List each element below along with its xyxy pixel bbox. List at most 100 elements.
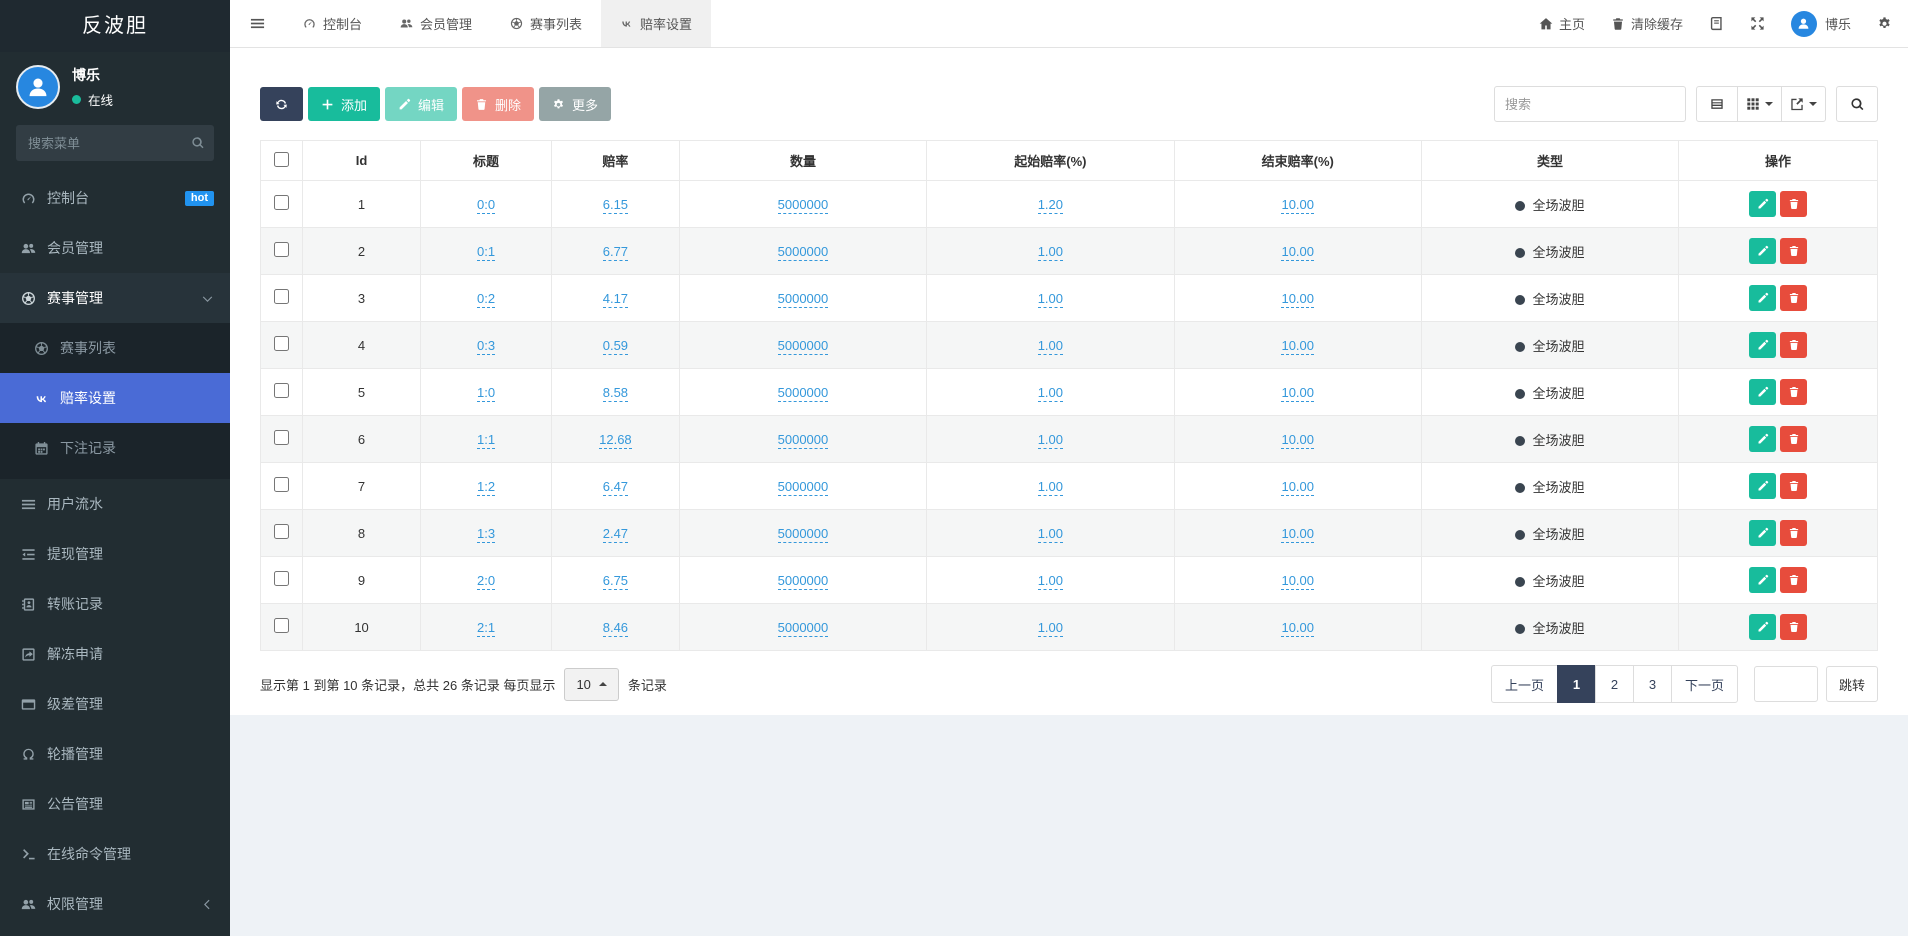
menu-search-input[interactable] xyxy=(16,125,214,161)
row-delete-button[interactable] xyxy=(1780,332,1807,358)
end-odds-editable-link[interactable]: 10.00 xyxy=(1281,291,1314,308)
row-checkbox[interactable] xyxy=(274,336,289,351)
docs-button[interactable] xyxy=(1709,16,1724,31)
title-editable-link[interactable]: 1:1 xyxy=(477,432,495,449)
start-odds-editable-link[interactable]: 1.00 xyxy=(1038,620,1063,637)
row-checkbox[interactable] xyxy=(274,383,289,398)
row-edit-button[interactable] xyxy=(1749,426,1776,452)
end-odds-editable-link[interactable]: 10.00 xyxy=(1281,573,1314,590)
settings-button[interactable] xyxy=(1877,16,1892,31)
amount-editable-link[interactable]: 5000000 xyxy=(778,479,829,496)
row-edit-button[interactable] xyxy=(1749,285,1776,311)
start-odds-editable-link[interactable]: 1.00 xyxy=(1038,244,1063,261)
start-odds-editable-link[interactable]: 1.00 xyxy=(1038,573,1063,590)
start-odds-editable-link[interactable]: 1.00 xyxy=(1038,338,1063,355)
row-edit-button[interactable] xyxy=(1749,567,1776,593)
amount-editable-link[interactable]: 5000000 xyxy=(778,291,829,308)
row-edit-button[interactable] xyxy=(1749,332,1776,358)
title-editable-link[interactable]: 1:0 xyxy=(477,385,495,402)
row-edit-button[interactable] xyxy=(1749,238,1776,264)
odds-editable-link[interactable]: 6.15 xyxy=(603,197,628,214)
row-checkbox[interactable] xyxy=(274,195,289,210)
sidebar-item-bet-records[interactable]: 下注记录 xyxy=(0,423,230,473)
start-odds-editable-link[interactable]: 1.00 xyxy=(1038,432,1063,449)
row-delete-button[interactable] xyxy=(1780,614,1807,640)
end-odds-editable-link[interactable]: 10.00 xyxy=(1281,197,1314,214)
odds-editable-link[interactable]: 6.75 xyxy=(603,573,628,590)
row-delete-button[interactable] xyxy=(1780,473,1807,499)
title-editable-link[interactable]: 0:3 xyxy=(477,338,495,355)
sidebar-item-match-list[interactable]: 赛事列表 xyxy=(0,323,230,373)
delete-button[interactable]: 删除 xyxy=(462,87,534,121)
odds-editable-link[interactable]: 4.17 xyxy=(603,291,628,308)
row-delete-button[interactable] xyxy=(1780,238,1807,264)
title-editable-link[interactable]: 1:3 xyxy=(477,526,495,543)
export-button[interactable] xyxy=(1781,86,1826,122)
sidebar-item-dashboard[interactable]: 控制台 hot xyxy=(0,173,230,223)
sidebar-item-auth[interactable]: 权限管理 xyxy=(0,879,230,929)
start-odds-editable-link[interactable]: 1.00 xyxy=(1038,479,1063,496)
start-odds-editable-link[interactable]: 1.00 xyxy=(1038,291,1063,308)
tab-match-list[interactable]: 赛事列表 xyxy=(491,0,601,47)
sidebar-item-unfreeze[interactable]: 解冻申请 xyxy=(0,629,230,679)
end-odds-editable-link[interactable]: 10.00 xyxy=(1281,432,1314,449)
page-size-select[interactable]: 10 xyxy=(564,668,618,701)
pagination-page-2[interactable]: 2 xyxy=(1595,665,1634,703)
sidebar-item-user-flow[interactable]: 用户流水 xyxy=(0,479,230,529)
tab-odds-settings[interactable]: 赔率设置 xyxy=(601,0,711,47)
search-button[interactable] xyxy=(1836,86,1878,122)
row-checkbox[interactable] xyxy=(274,524,289,539)
home-link[interactable]: 主页 xyxy=(1539,14,1585,33)
end-odds-editable-link[interactable]: 10.00 xyxy=(1281,479,1314,496)
odds-editable-link[interactable]: 0.59 xyxy=(603,338,628,355)
odds-editable-link[interactable]: 6.47 xyxy=(603,479,628,496)
odds-editable-link[interactable]: 6.77 xyxy=(603,244,628,261)
end-odds-editable-link[interactable]: 10.00 xyxy=(1281,244,1314,261)
edit-button[interactable]: 编辑 xyxy=(385,87,457,121)
sidebar-item-carousel[interactable]: 轮播管理 xyxy=(0,729,230,779)
title-editable-link[interactable]: 0:1 xyxy=(477,244,495,261)
row-checkbox[interactable] xyxy=(274,242,289,257)
start-odds-editable-link[interactable]: 1.00 xyxy=(1038,526,1063,543)
amount-editable-link[interactable]: 5000000 xyxy=(778,526,829,543)
amount-editable-link[interactable]: 5000000 xyxy=(778,432,829,449)
navbar-user[interactable]: 博乐 xyxy=(1791,11,1851,37)
pagination-next[interactable]: 下一页 xyxy=(1671,665,1738,703)
row-edit-button[interactable] xyxy=(1749,191,1776,217)
row-delete-button[interactable] xyxy=(1780,567,1807,593)
tab-dashboard[interactable]: 控制台 xyxy=(284,0,381,47)
start-odds-editable-link[interactable]: 1.00 xyxy=(1038,385,1063,402)
sidebar-toggle-button[interactable] xyxy=(230,0,284,47)
row-checkbox[interactable] xyxy=(274,289,289,304)
row-checkbox[interactable] xyxy=(274,477,289,492)
amount-editable-link[interactable]: 5000000 xyxy=(778,338,829,355)
odds-editable-link[interactable]: 2.47 xyxy=(603,526,628,543)
sidebar-item-notice[interactable]: 公告管理 xyxy=(0,779,230,829)
row-checkbox[interactable] xyxy=(274,571,289,586)
title-editable-link[interactable]: 0:2 xyxy=(477,291,495,308)
row-checkbox[interactable] xyxy=(274,430,289,445)
end-odds-editable-link[interactable]: 10.00 xyxy=(1281,385,1314,402)
sidebar-item-members[interactable]: 会员管理 xyxy=(0,223,230,273)
amount-editable-link[interactable]: 5000000 xyxy=(778,385,829,402)
row-checkbox[interactable] xyxy=(274,618,289,633)
odds-editable-link[interactable]: 8.46 xyxy=(603,620,628,637)
title-editable-link[interactable]: 0:0 xyxy=(477,197,495,214)
end-odds-editable-link[interactable]: 10.00 xyxy=(1281,526,1314,543)
avatar[interactable] xyxy=(16,65,60,109)
start-odds-editable-link[interactable]: 1.20 xyxy=(1038,197,1063,214)
more-button[interactable]: 更多 xyxy=(539,87,611,121)
row-delete-button[interactable] xyxy=(1780,285,1807,311)
pagination-page-1[interactable]: 1 xyxy=(1557,665,1596,703)
sidebar-item-command[interactable]: 在线命令管理 xyxy=(0,829,230,879)
amount-editable-link[interactable]: 5000000 xyxy=(778,573,829,590)
title-editable-link[interactable]: 2:1 xyxy=(477,620,495,637)
row-delete-button[interactable] xyxy=(1780,520,1807,546)
select-all-checkbox[interactable] xyxy=(274,152,289,167)
pagination-prev[interactable]: 上一页 xyxy=(1491,665,1558,703)
end-odds-editable-link[interactable]: 10.00 xyxy=(1281,338,1314,355)
jump-page-input[interactable] xyxy=(1754,666,1818,702)
row-delete-button[interactable] xyxy=(1780,426,1807,452)
amount-editable-link[interactable]: 5000000 xyxy=(778,197,829,214)
sidebar-item-level[interactable]: 级差管理 xyxy=(0,679,230,729)
